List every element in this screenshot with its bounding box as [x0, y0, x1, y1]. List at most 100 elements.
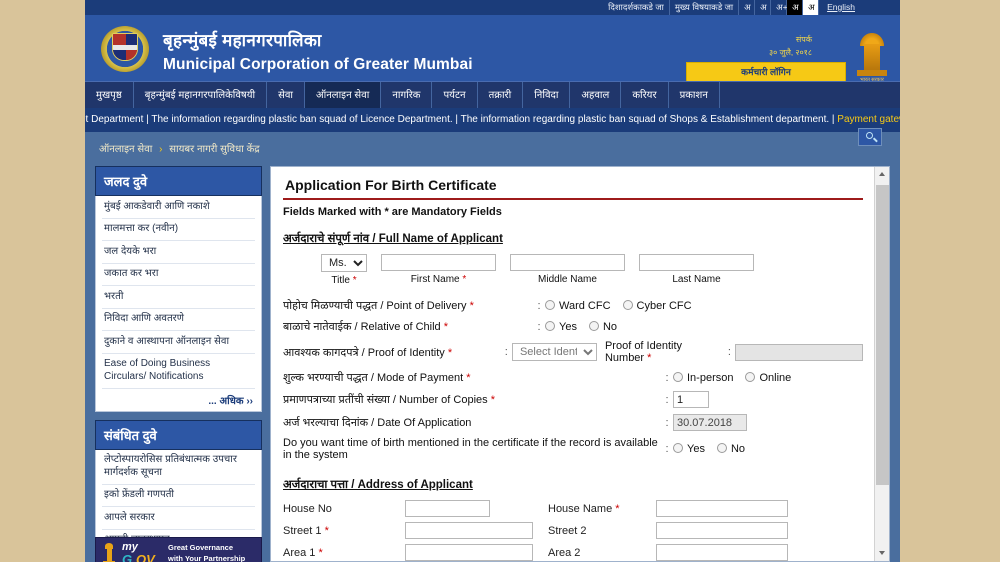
area2-input[interactable]	[656, 544, 788, 561]
sidebar-item-property-tax[interactable]: मालमत्ता कर (नवीन)	[102, 219, 255, 241]
related-links-heading: संबंधित दुवे	[95, 419, 262, 450]
skip-to-content-link[interactable]: मुख्य विषयाकडे जा	[670, 0, 740, 15]
relative-colon: :	[537, 320, 541, 333]
sidebar-item-ease-of-doing-business[interactable]: Ease of Doing Business Circulars/ Notifi…	[102, 354, 255, 389]
house-no-input[interactable]	[405, 500, 490, 517]
form-scrollbar[interactable]	[874, 167, 889, 561]
sidebar-item-leptospirosis[interactable]: लेप्टोस्पायरोसिस प्रतिबंधात्मक उपचार मार…	[102, 450, 255, 485]
title-field-group: Ms. Title *	[321, 254, 367, 286]
nav-item-publications[interactable]: प्रकाशन	[669, 82, 720, 108]
nav-item-reports[interactable]: अहवाल	[570, 82, 622, 108]
point-of-delivery-row: पोहोच मिळण्याची पद्धत / Point of Deliver…	[283, 298, 863, 313]
site-container: दिशादर्शकाकडे जा मुख्य विषयाकडे जा अ अ अ…	[85, 0, 900, 562]
breadcrumb-parent[interactable]: ऑनलाइन सेवा	[99, 144, 152, 155]
payment-option-online[interactable]: Online	[745, 371, 791, 384]
payment-online-radio[interactable]	[745, 371, 756, 382]
font-size-large-button[interactable]: अ+	[771, 0, 788, 15]
relative-of-child-label: बाळाचे नातेवाईक / Relative of Child *	[283, 321, 449, 333]
tob-option-no[interactable]: No	[716, 443, 745, 455]
quick-links-list: मुंबई आकडेवारी आणि नकाशे मालमत्ता कर (नव…	[95, 196, 262, 412]
proof-number-input[interactable]	[735, 343, 864, 361]
last-name-input[interactable]	[639, 254, 754, 271]
scroll-down-button[interactable]	[875, 546, 889, 561]
last-name-field-group: Last Name	[639, 254, 754, 286]
pod-option-cyber-cfc[interactable]: Cyber CFC	[622, 299, 692, 312]
house-name-input[interactable]	[656, 500, 788, 517]
site-titles: बृहन्मुंबई महानगरपालिका Municipal Corpor…	[163, 28, 473, 74]
area1-input[interactable]	[405, 544, 533, 561]
first-name-caption: First Name *	[410, 274, 467, 285]
ticker-payment-link[interactable]: Payment gateway fo	[837, 114, 900, 125]
font-size-normal-button[interactable]: अ	[755, 0, 772, 15]
tob-no-radio[interactable]	[716, 443, 727, 453]
title-select[interactable]: Ms.	[321, 254, 367, 272]
relative-option-yes[interactable]: Yes	[545, 320, 577, 333]
search-button[interactable]	[858, 128, 882, 146]
nav-item-tourism[interactable]: पर्यटन	[432, 82, 478, 108]
middle-name-input[interactable]	[510, 254, 625, 271]
house-no-label: House No	[283, 502, 332, 515]
skip-to-navigation-link[interactable]: दिशादर्शकाकडे जा	[603, 0, 670, 15]
relative-no-radio[interactable]	[588, 320, 599, 331]
scrollbar-thumb[interactable]	[876, 185, 889, 485]
right-gutter	[900, 0, 1000, 562]
contrast-light-button[interactable]: अ	[803, 0, 820, 15]
font-size-small-button[interactable]: अ	[739, 0, 756, 15]
proof-of-identity-row: आवश्यक कागदपत्रे / Proof of Identity * :…	[283, 340, 864, 364]
form-panel: Application For Birth Certificate Fields…	[270, 166, 890, 562]
pod-ward-cfc-radio[interactable]	[545, 299, 555, 310]
contact-label[interactable]: संपर्क	[769, 34, 812, 45]
street1-input[interactable]	[405, 522, 533, 539]
sidebar-item-recruitment[interactable]: भरती	[102, 286, 255, 309]
nav-item-online-services[interactable]: ऑनलाइन सेवा	[305, 82, 382, 108]
breadcrumb-strip: ऑनलाइन सेवा › सायबर नागरी सुविधा केंद्र	[85, 128, 900, 164]
nav-item-tenders[interactable]: निविदा	[523, 82, 571, 108]
ticker-content[interactable]: ket Department | The information regardi…	[85, 108, 900, 132]
proof-number-label: Proof of Identity Number *	[604, 340, 683, 364]
quick-links-more-link[interactable]: ... अधिक ››	[102, 389, 255, 411]
identity-type-select[interactable]: Select Identity	[511, 343, 597, 361]
payment-colon: :	[665, 371, 669, 384]
tob-colon: :	[665, 443, 669, 455]
payment-in-person-radio[interactable]	[673, 371, 683, 382]
tob-yes-radio[interactable]	[673, 443, 683, 453]
sidebar-item-eco-ganpati[interactable]: इको फ्रेंडली गणपती	[102, 485, 255, 507]
scroll-up-button[interactable]	[875, 167, 889, 182]
house-row: House No House Name *	[283, 500, 863, 517]
sidebar-item-tenders[interactable]: निविदा आणि अवतरणे	[102, 309, 255, 331]
nav-item-services[interactable]: सेवा	[267, 82, 306, 108]
utility-topbar: दिशादर्शकाकडे जा मुख्य विषयाकडे जा अ अ अ…	[85, 0, 900, 15]
mygov-brand-ov: OV	[136, 552, 155, 562]
nav-item-complaints[interactable]: तक्रारी	[478, 82, 524, 108]
tob-option-yes[interactable]: Yes	[673, 443, 705, 455]
contrast-dark-button[interactable]: अ	[787, 0, 804, 15]
pod-cyber-cfc-radio[interactable]	[622, 299, 633, 310]
sidebar-item-water-bills[interactable]: जल देयके भरा	[102, 241, 255, 264]
proof-of-identity-label: आवश्यक कागदपत्रे / Proof of Identity *	[283, 346, 453, 359]
sidebar-item-octroi[interactable]: जकात कर भरा	[102, 264, 255, 286]
relative-option-no[interactable]: No	[588, 320, 617, 333]
number-of-copies-input[interactable]	[673, 391, 709, 408]
pod-option-ward-cfc[interactable]: Ward CFC	[545, 299, 611, 312]
content-area: जलद दुवे मुंबई आकडेवारी आणि नकाशे मालमत्…	[85, 164, 900, 562]
time-of-birth-row: Do you want time of birth mentioned in t…	[283, 437, 863, 461]
middle-name-field-group: Middle Name	[510, 254, 625, 286]
nav-item-home[interactable]: मुखपृष्ठ	[85, 82, 134, 108]
breadcrumb: ऑनलाइन सेवा › सायबर नागरी सुविधा केंद्र	[99, 141, 260, 155]
first-name-input[interactable]	[381, 254, 496, 271]
nav-item-citizen[interactable]: नागरिक	[381, 82, 433, 108]
payment-option-in-person[interactable]: In-person	[673, 371, 733, 384]
sidebar-item-statistics[interactable]: मुंबई आकडेवारी आणि नकाशे	[102, 196, 255, 219]
street2-input[interactable]	[656, 522, 788, 539]
middle-name-caption: Middle Name	[538, 274, 597, 285]
nav-item-career[interactable]: करियर	[621, 82, 669, 108]
employee-login-button[interactable]: कर्मचारी लॉगिन	[686, 62, 846, 82]
mygov-banner[interactable]: my G OV Great Governance with Your Partn…	[95, 537, 262, 562]
nav-item-about[interactable]: बृहन्मुंबई महानगरपालिकेविषयी	[134, 82, 268, 108]
last-name-caption: Last Name	[672, 274, 721, 285]
date-of-application-input[interactable]	[673, 414, 747, 431]
sidebar-item-shops-establishment[interactable]: दुकाने व आस्थापना ऑनलाइन सेवा	[102, 331, 255, 354]
sidebar-item-aaple-sarkar[interactable]: आपले सरकार	[102, 507, 255, 530]
relative-yes-radio[interactable]	[545, 320, 555, 331]
language-toggle-english[interactable]: English	[819, 0, 860, 15]
